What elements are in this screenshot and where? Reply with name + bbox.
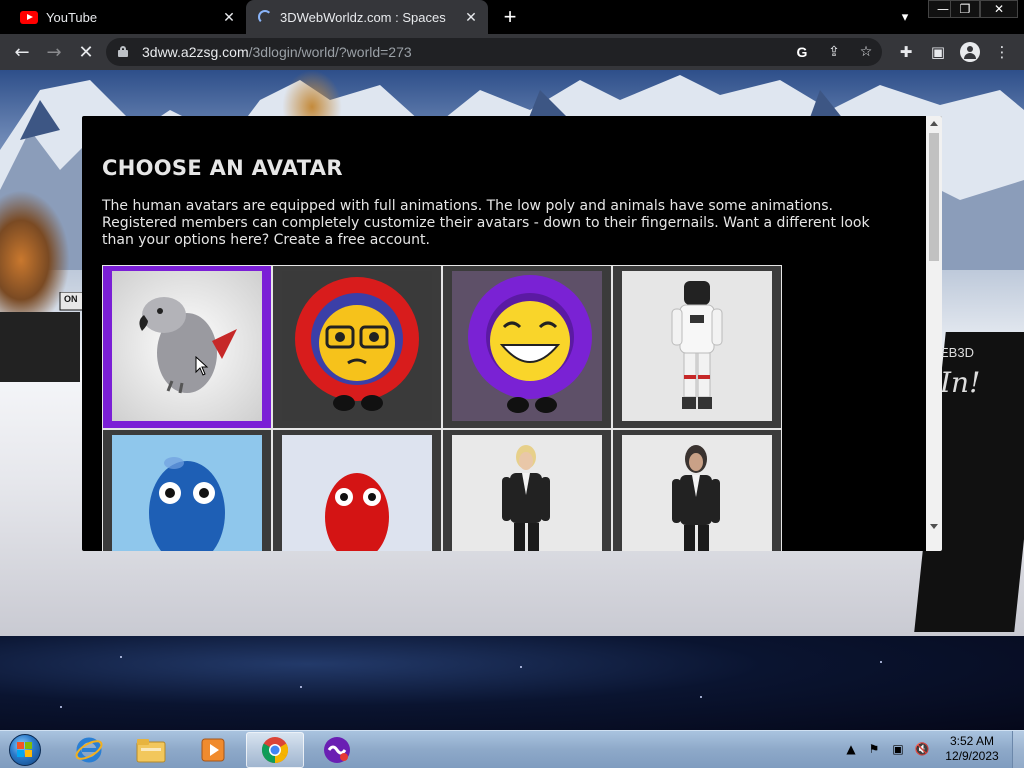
sign-line-1: EB3D [940,345,974,360]
space-floor [0,636,1024,730]
new-tab-button[interactable]: + [498,4,522,29]
back-button[interactable]: ← [10,40,34,64]
system-clock[interactable]: 3:52 AM 12/9/2023 [936,734,1008,764]
scroll-down-arrow-icon[interactable] [930,524,938,529]
loading-spinner-icon [258,10,272,24]
url-host: 3dww.a2zsg.com [142,44,249,60]
avatar-option-dark-hair-woman[interactable] [612,429,782,551]
avatar-option-blonde-woman[interactable] [442,429,612,551]
red-egg-avatar-image [282,435,432,551]
blonde-woman-avatar-image [452,435,602,551]
purple-app-icon [324,737,350,763]
show-hidden-icons-button[interactable]: ▲ [844,739,858,759]
dark-hair-woman-avatar-image [622,435,772,551]
tab-search-chevron-icon[interactable]: ▾ [894,6,916,28]
url-text[interactable]: 3dww.a2zsg.com/3dlogin/world/?world=273 [142,44,412,60]
google-lens-icon[interactable]: G [792,42,812,62]
astronaut-avatar-image [622,271,772,421]
avatar-option-blue-egg[interactable] [102,429,272,551]
media-player-icon [201,738,225,762]
close-window-button[interactable]: ✕ [980,0,1018,18]
tab-title: 3DWebWorldz.com : Spaces not [280,9,450,25]
profile-avatar-icon [960,42,980,62]
action-center-flag-icon[interactable]: ⚑ [864,739,884,759]
bookmark-star-icon[interactable]: ☆ [856,42,876,62]
avatar-option-red-egg[interactable] [272,429,442,551]
dialog-title: CHOOSE AN AVATAR [102,156,343,180]
taskbar-file-explorer[interactable] [122,732,180,768]
blue-egg-avatar-image [112,435,262,551]
grinning-emoji-avatar-image [452,271,602,421]
close-tab-icon[interactable]: ✕ [462,8,480,26]
forward-button[interactable]: → [42,40,66,64]
extensions-puzzle-icon[interactable]: ✚ [894,40,918,64]
browser-toolbar: ← → ✕ 3dww.a2zsg.com/3dlogin/world/?worl… [0,34,1024,70]
scrollbar-thumb[interactable] [929,133,939,261]
autumn-tree [282,70,342,116]
dialog-scrollbar[interactable] [926,116,942,551]
start-button[interactable] [6,733,44,767]
taskbar-internet-explorer[interactable] [60,732,118,768]
sign-line-2: In! [940,366,981,399]
address-bar[interactable]: 3dww.a2zsg.com/3dlogin/world/?world=273 … [106,38,882,66]
restore-button[interactable]: ❐ [950,0,980,18]
welcome-sign-text: EB3D In! [940,338,980,398]
profile-button[interactable] [958,40,982,64]
windows-taskbar: ▲ ⚑ ▣ 🔇 3:52 AM 12/9/2023 [0,730,1024,768]
close-tab-icon[interactable]: ✕ [220,8,238,26]
tab-3dwebworldz[interactable]: 3DWebWorldz.com : Spaces not ✕ [246,0,488,34]
avatar-option-grinning-emoji[interactable] [442,265,612,429]
share-icon[interactable]: ⇪ [824,42,844,62]
url-path: /3dlogin/world/?world=273 [248,44,412,60]
taskbar-app-purple[interactable] [308,732,366,768]
folder-icon [136,739,166,763]
taskbar-google-chrome[interactable] [246,732,304,768]
dialog-description: The human avatars are equipped with full… [102,198,870,248]
internet-explorer-icon [75,737,103,763]
tab-title: YouTube [46,9,98,25]
taskbar-media-player[interactable] [184,732,242,768]
choose-avatar-dialog: CHOOSE AN AVATAR The human avatars are e… [82,116,942,551]
network-icon[interactable]: ▣ [888,739,908,759]
menu-kebab-icon[interactable]: ⋮ [990,40,1014,64]
side-panel-icon[interactable]: ▣ [926,40,950,64]
lock-icon[interactable] [118,46,128,57]
avatar-option-glasses-emoji[interactable] [272,265,442,429]
mouse-cursor-icon [195,356,209,376]
tab-youtube[interactable]: YouTube ✕ [0,0,246,34]
scroll-up-arrow-icon[interactable] [930,121,938,126]
parrot-avatar-image [112,271,262,421]
volume-muted-icon[interactable]: 🔇 [912,739,932,759]
windows-flag-icon [17,742,32,757]
glasses-emoji-avatar-image [282,271,432,421]
left-sign-post [0,292,85,382]
avatar-grid [102,265,782,551]
left-sign-label: ON [64,294,78,304]
clock-time: 3:52 AM [949,734,995,748]
youtube-icon [20,10,38,24]
clock-date: 12/9/2023 [945,749,999,763]
avatar-option-parrot[interactable] [102,265,272,429]
avatar-option-astronaut[interactable] [612,265,782,429]
tab-strip: YouTube ✕ 3DWebWorldz.com : Spaces not ✕… [0,0,1024,34]
show-desktop-button[interactable] [1012,731,1024,768]
stop-loading-button[interactable]: ✕ [74,40,98,64]
chrome-icon [261,737,289,764]
